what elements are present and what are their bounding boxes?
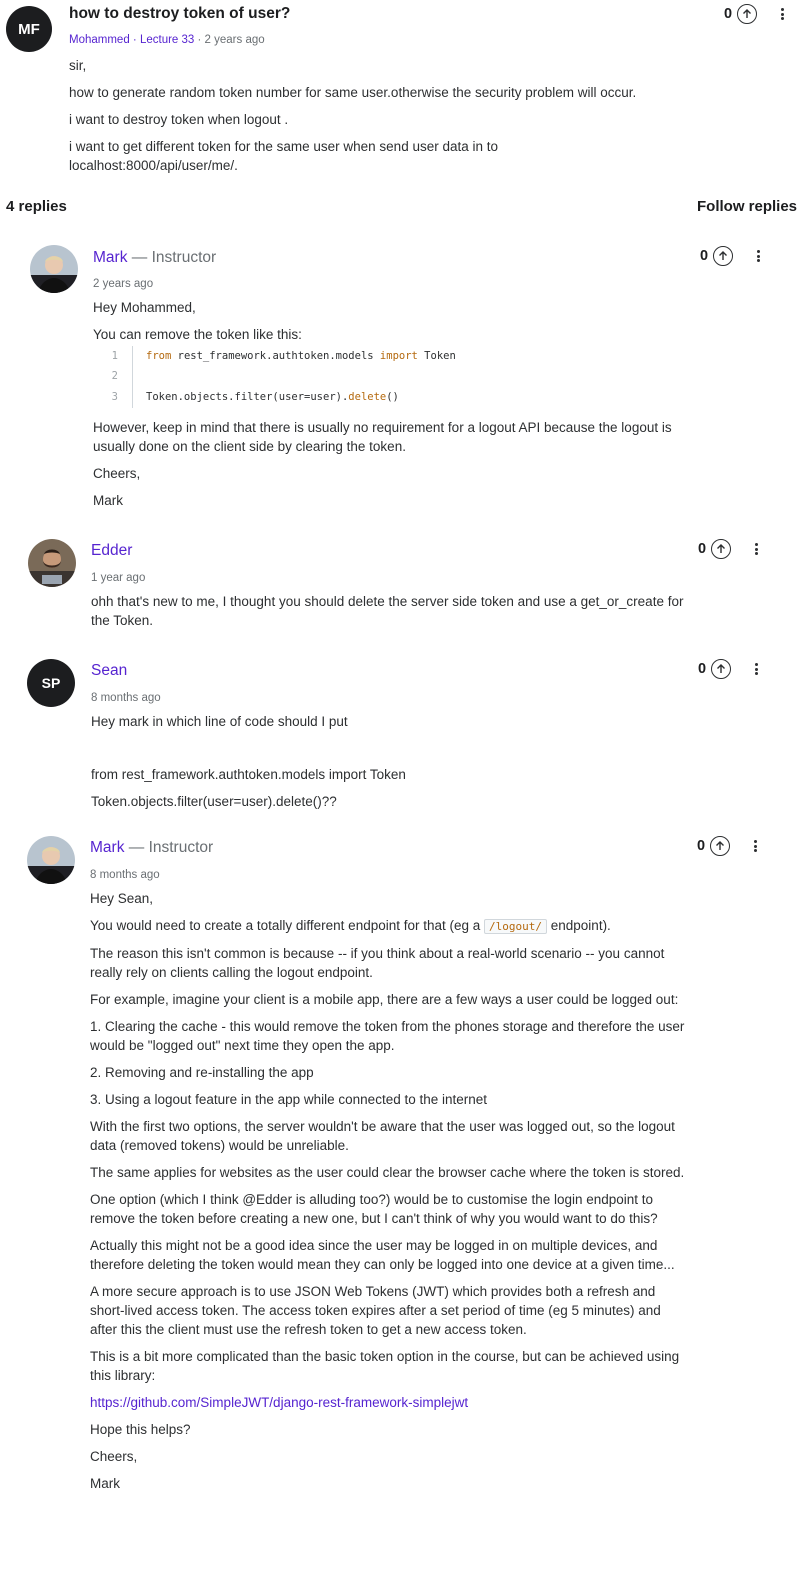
reply-paragraph: The same applies for websites as the use… bbox=[90, 1165, 685, 1180]
reply-paragraph: Mark bbox=[93, 492, 123, 508]
code-line-number: 1 bbox=[93, 346, 133, 367]
reply-author-name[interactable]: Edder bbox=[91, 542, 132, 559]
reply-paragraph: Token.objects.filter(user=user).delete()… bbox=[91, 794, 337, 809]
question-paragraph: i want to destroy token when logout . bbox=[69, 112, 289, 127]
reply-paragraph: However, keep in mind that there is usua… bbox=[93, 419, 672, 454]
reply-body: Hey Sean, You would need to create a tot… bbox=[90, 889, 686, 1501]
code-text: Token.objects.filter(user=user). bbox=[146, 390, 349, 403]
reply-paragraph: from rest_framework.authtoken.models imp… bbox=[91, 767, 406, 782]
reply-paragraph: A more secure approach is to use JSON We… bbox=[90, 1284, 661, 1337]
reply-paragraph: Hope this helps? bbox=[90, 1422, 191, 1437]
reply-author-role: — Instructor bbox=[131, 249, 217, 266]
reply-paragraph: 2. Removing and re-installing the app bbox=[90, 1065, 314, 1080]
code-block: 1 from rest_framework.authtoken.models im… bbox=[93, 346, 689, 408]
reply-vote-count: 0 bbox=[698, 540, 707, 557]
reply-paragraph: One option (which I think @Edder is allu… bbox=[90, 1192, 658, 1226]
reply-vote-count: 0 bbox=[697, 837, 706, 854]
question-body: sir, how to generate random token number… bbox=[69, 56, 679, 183]
arrow-up-circle-icon[interactable] bbox=[710, 836, 731, 856]
more-vertical-icon[interactable] bbox=[752, 662, 760, 676]
reply-paragraph: Hey mark in which line of code should I … bbox=[91, 714, 348, 729]
question-author-avatar: MF bbox=[6, 6, 52, 52]
reply-author: Sean bbox=[91, 661, 127, 681]
reply-text: endpoint). bbox=[547, 918, 611, 933]
reply-vote-count: 0 bbox=[700, 247, 709, 264]
reply-paragraph: The reason this isn't common is because … bbox=[90, 946, 665, 980]
reply-author-name[interactable]: Mark bbox=[93, 249, 127, 266]
reply-paragraph: This is a bit more complicated than the … bbox=[90, 1349, 680, 1383]
reply-author: Mark — Instructor bbox=[90, 838, 213, 858]
question-title: how to destroy token of user? bbox=[69, 5, 291, 22]
code-text: rest_framework.authtoken.models bbox=[171, 349, 380, 362]
reply-paragraph: You can remove the token like this: bbox=[93, 327, 302, 342]
avatar: SP bbox=[27, 659, 75, 707]
reply-time: 8 months ago bbox=[91, 692, 161, 704]
reply-paragraph: Hey Mohammed, bbox=[93, 300, 196, 315]
more-vertical-icon[interactable] bbox=[778, 7, 786, 21]
reply-paragraph: Cheers, bbox=[93, 465, 141, 481]
reply-paragraph: Cheers, bbox=[90, 1449, 138, 1464]
reply-paragraph: 3. Using a logout feature in the app whi… bbox=[90, 1092, 488, 1107]
arrow-up-circle-icon[interactable] bbox=[737, 4, 758, 24]
code-line-number: 2 bbox=[93, 366, 133, 387]
avatar bbox=[28, 539, 76, 587]
question-paragraph: how to generate random token number for … bbox=[69, 85, 637, 100]
question-time: 2 years ago bbox=[204, 34, 265, 46]
reply-paragraph: Actually this might not be a good idea s… bbox=[90, 1238, 675, 1272]
avatar bbox=[27, 836, 75, 884]
reply-vote-count: 0 bbox=[698, 660, 707, 677]
reply-body: ohh that's new to me, I thought you shou… bbox=[91, 592, 687, 638]
reply-paragraph: Hey Sean, bbox=[90, 891, 154, 906]
replies-count: 4 replies bbox=[6, 198, 67, 215]
reply-body: Hey mark in which line of code should I … bbox=[91, 712, 687, 819]
reply-vote: 0 bbox=[698, 539, 732, 559]
reply-author: Edder bbox=[91, 541, 132, 561]
reply-time: 1 year ago bbox=[91, 572, 146, 584]
reply-paragraph: 1. Clearing the cache - this would remov… bbox=[90, 1019, 685, 1053]
follow-replies-button[interactable]: Follow replies bbox=[697, 197, 797, 216]
code-text: () bbox=[386, 390, 399, 403]
reply-vote: 0 bbox=[700, 246, 734, 266]
code-keyword: import bbox=[379, 349, 418, 362]
question-author-link[interactable]: Mohammed bbox=[69, 34, 130, 46]
code-keyword: delete bbox=[348, 390, 387, 403]
reply-paragraph: You would need to create a totally diffe… bbox=[90, 916, 686, 936]
question-lecture-link[interactable]: Lecture 33 bbox=[140, 34, 194, 46]
arrow-up-circle-icon[interactable] bbox=[713, 246, 734, 266]
reply-text: You would need to create a totally diffe… bbox=[90, 918, 485, 933]
more-vertical-icon[interactable] bbox=[751, 839, 759, 853]
question-paragraph: i want to get different token for the sa… bbox=[69, 139, 499, 173]
avatar bbox=[30, 245, 78, 293]
arrow-up-circle-icon[interactable] bbox=[711, 539, 732, 559]
code-text: Token bbox=[417, 349, 456, 362]
reply-time: 2 years ago bbox=[93, 278, 154, 290]
reply-author-name[interactable]: Sean bbox=[91, 662, 127, 679]
question-meta: Mohammed · Lecture 33 · 2 years ago bbox=[69, 34, 265, 46]
code-keyword: from bbox=[146, 349, 172, 362]
reply-paragraph: With the first two options, the server w… bbox=[90, 1119, 675, 1153]
reply-author: Mark — Instructor bbox=[93, 248, 216, 268]
inline-code: /logout/ bbox=[484, 919, 548, 934]
arrow-up-circle-icon[interactable] bbox=[711, 659, 732, 679]
question-vote-count: 0 bbox=[724, 5, 733, 22]
more-vertical-icon[interactable] bbox=[754, 249, 762, 263]
reply-paragraph: Mark bbox=[90, 1476, 120, 1491]
library-link[interactable]: https://github.com/SimpleJWT/django-rest… bbox=[90, 1395, 468, 1410]
reply-paragraph: https://github.com/SimpleJWT/django-rest… bbox=[90, 1393, 686, 1412]
more-vertical-icon[interactable] bbox=[752, 542, 760, 556]
reply-paragraph: For example, imagine your client is a mo… bbox=[90, 992, 679, 1007]
reply-paragraph: ohh that's new to me, I thought you shou… bbox=[91, 594, 684, 628]
reply-author-role: — Instructor bbox=[128, 839, 214, 856]
reply-vote: 0 bbox=[698, 659, 732, 679]
reply-time: 8 months ago bbox=[90, 869, 160, 881]
reply-author-name[interactable]: Mark bbox=[90, 839, 124, 856]
question-vote: 0 bbox=[724, 4, 758, 24]
reply-vote: 0 bbox=[697, 836, 731, 856]
question-paragraph: sir, bbox=[69, 58, 87, 73]
reply-body: Hey Mohammed, You can remove the token l… bbox=[93, 298, 689, 518]
code-line-number: 3 bbox=[93, 387, 133, 408]
